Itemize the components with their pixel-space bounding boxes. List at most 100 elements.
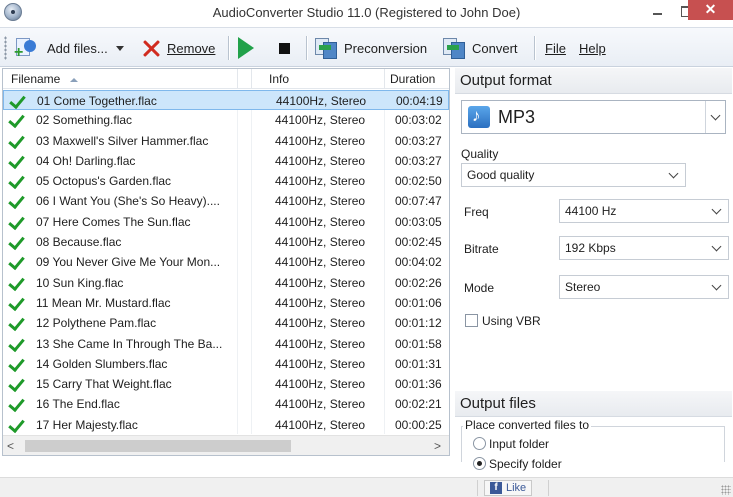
preconversion-button[interactable]: Preconversion	[314, 35, 427, 61]
checkmark-icon[interactable]	[9, 336, 25, 351]
checkmark-icon[interactable]	[9, 193, 25, 208]
table-row[interactable]: 05 Octopus's Garden.flac 44100Hz, Stereo 0…	[3, 171, 449, 191]
mode-select[interactable]: Stereo	[559, 275, 729, 299]
table-row[interactable]: 07 Here Comes The Sun.flac 44100Hz, Stere…	[3, 212, 449, 232]
row-filename: 03 Maxwell's Silver Hammer.flac	[36, 133, 209, 148]
table-row[interactable]: 14 Golden Slumbers.flac 44100Hz, Stereo 00…	[3, 354, 449, 374]
table-row[interactable]: 16 The End.flac 44100Hz, Stereo 00:02:21	[3, 394, 449, 414]
checkmark-icon[interactable]	[9, 254, 25, 269]
convert-label: Convert	[472, 40, 518, 56]
table-row[interactable]: 02 Something.flac 44100Hz, Stereo 00:03:02	[3, 110, 449, 130]
horizontal-scrollbar[interactable]: < >	[3, 435, 449, 455]
close-button[interactable]: ✕	[688, 0, 733, 20]
sort-ascending-icon	[70, 77, 79, 82]
row-duration: 00:02:45	[395, 235, 442, 250]
table-row[interactable]: 01 Come Together.flac 44100Hz, Stereo 00:0…	[3, 90, 449, 111]
table-row[interactable]: 06 I Want You (She's So Heavy).... 44100H…	[3, 191, 449, 211]
bitrate-select[interactable]: 192 Kbps	[559, 236, 729, 260]
checkmark-icon[interactable]	[9, 396, 25, 411]
table-row[interactable]: 08 Because.flac 44100Hz, Stereo 00:02:45	[3, 232, 449, 252]
row-filename: 10 Sun King.flac	[36, 275, 124, 290]
table-row[interactable]: 12 Polythene Pam.flac 44100Hz, Stereo 00:0…	[3, 313, 449, 333]
row-info: 44100Hz, Stereo	[275, 417, 366, 432]
row-info: 44100Hz, Stereo	[275, 174, 366, 189]
table-row[interactable]: 09 You Never Give Me Your Mon... 44100Hz,…	[3, 252, 449, 272]
table-row[interactable]: 03 Maxwell's Silver Hammer.flac 44100Hz, …	[3, 131, 449, 151]
remove-icon	[140, 37, 162, 59]
quality-value: Good quality	[467, 168, 535, 182]
table-row[interactable]: 04 Oh! Darling.flac 44100Hz, Stereo 00:03:…	[3, 151, 449, 171]
column-header-filename[interactable]: Filename	[11, 72, 79, 86]
menu-file[interactable]: File	[545, 35, 566, 61]
input-folder-label[interactable]: Input folder	[489, 437, 549, 451]
output-format-title: Output format	[460, 72, 552, 89]
row-duration: 00:01:31	[395, 356, 442, 371]
checkmark-icon[interactable]	[9, 295, 25, 310]
format-dropdown-button[interactable]	[705, 101, 725, 133]
preconversion-label: Preconversion	[344, 40, 428, 56]
scroll-left-arrow-icon[interactable]: <	[7, 439, 14, 453]
specify-folder-label[interactable]: Specify folder	[489, 457, 562, 471]
table-row[interactable]: 11 Mean Mr. Mustard.flac 44100Hz, Stereo 0…	[3, 293, 449, 313]
table-row[interactable]: 15 Carry That Weight.flac 44100Hz, Stereo…	[3, 374, 449, 394]
row-filename: 13 She Came In Through The Ba...	[36, 336, 223, 351]
remove-button[interactable]: Remove	[140, 35, 215, 61]
checkmark-icon[interactable]	[9, 173, 25, 188]
mode-label: Mode	[464, 281, 495, 295]
vbr-label[interactable]: Using VBR	[482, 314, 541, 328]
row-duration: 00:04:02	[395, 255, 442, 270]
checkmark-icon[interactable]	[9, 112, 25, 127]
row-info: 44100Hz, Stereo	[275, 356, 366, 371]
resize-grip-icon[interactable]	[721, 485, 731, 495]
chevron-down-icon	[668, 168, 679, 179]
row-filename: 06 I Want You (She's So Heavy)....	[36, 194, 220, 209]
scroll-right-arrow-icon[interactable]: >	[434, 439, 441, 453]
checkmark-icon[interactable]	[9, 315, 25, 330]
row-info: 44100Hz, Stereo	[275, 255, 366, 270]
checkmark-icon[interactable]	[9, 417, 25, 432]
format-select[interactable]: MP3	[461, 100, 726, 134]
checkmark-icon[interactable]	[9, 376, 25, 391]
chevron-down-icon[interactable]	[115, 45, 124, 51]
vbr-checkbox[interactable]	[465, 314, 478, 327]
convert-icon	[442, 36, 466, 60]
input-folder-radio[interactable]	[473, 437, 486, 450]
table-row[interactable]: 13 She Came In Through The Ba... 44100Hz,…	[3, 334, 449, 354]
column-header-duration[interactable]: Duration	[390, 72, 435, 86]
file-list[interactable]: Filename Info Duration 01 Come Together.…	[2, 68, 450, 456]
bitrate-label: Bitrate	[464, 242, 499, 256]
column-header-info[interactable]: Info	[269, 72, 289, 86]
specify-folder-radio[interactable]	[473, 457, 486, 470]
freq-select[interactable]: 44100 Hz	[559, 199, 729, 223]
checkmark-icon[interactable]	[9, 153, 25, 168]
row-duration: 00:02:21	[395, 397, 442, 412]
checkmark-icon[interactable]	[9, 234, 25, 249]
table-row[interactable]: 10 Sun King.flac 44100Hz, Stereo 00:02:26	[3, 273, 449, 293]
toolbar-grip-icon[interactable]	[4, 36, 7, 60]
menu-help[interactable]: Help	[579, 35, 606, 61]
table-row[interactable]: 17 Her Majesty.flac 44100Hz, Stereo 00:00:…	[3, 415, 449, 435]
minimize-button[interactable]	[644, 2, 670, 20]
menu-file-label: File	[545, 40, 566, 56]
row-info: 44100Hz, Stereo	[275, 194, 366, 209]
checkmark-icon[interactable]	[9, 133, 25, 148]
row-duration: 00:00:25	[395, 417, 442, 432]
checkmark-icon[interactable]	[9, 275, 25, 290]
toolbar-separator	[534, 36, 535, 60]
row-info: 44100Hz, Stereo	[275, 295, 366, 310]
add-files-button[interactable]: + Add files...	[14, 35, 124, 61]
row-info: 44100Hz, Stereo	[275, 214, 366, 229]
stop-button[interactable]	[279, 35, 290, 61]
title-bar: AudioConverter Studio 11.0 (Registered t…	[0, 0, 733, 26]
checkmark-icon[interactable]	[10, 93, 26, 108]
play-button[interactable]	[238, 35, 254, 61]
status-bar: f Like	[0, 477, 733, 497]
row-duration: 00:01:06	[395, 295, 442, 310]
facebook-like-button[interactable]: f Like	[484, 480, 533, 496]
scrollbar-thumb[interactable]	[25, 440, 291, 452]
quality-select[interactable]: Good quality	[461, 163, 686, 187]
checkmark-icon[interactable]	[9, 356, 25, 371]
convert-button[interactable]: Convert	[442, 35, 518, 61]
checkmark-icon[interactable]	[9, 214, 25, 229]
row-duration: 00:03:27	[395, 153, 442, 168]
